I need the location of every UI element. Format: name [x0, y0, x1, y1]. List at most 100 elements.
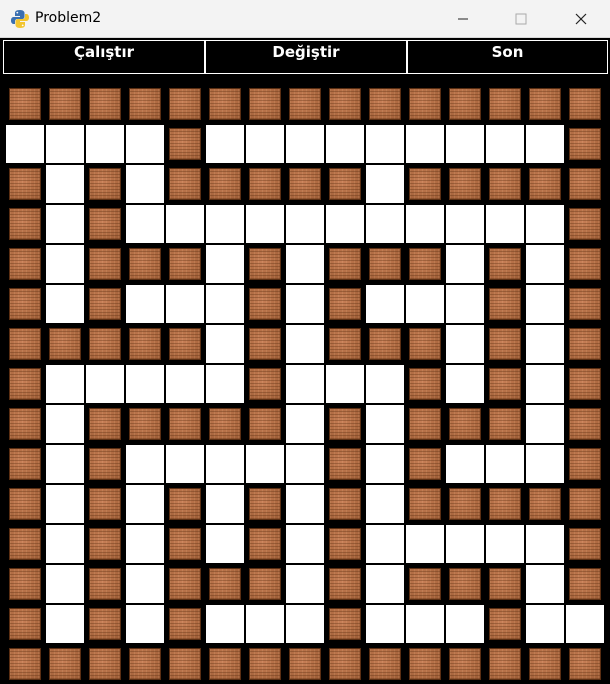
brick-wall-cell: [485, 244, 525, 284]
end-button[interactable]: Son: [407, 40, 608, 74]
brick-wall-cell: [485, 84, 525, 124]
open-path-cell: [365, 364, 405, 404]
brick-icon: [329, 608, 361, 640]
brick-icon: [329, 168, 361, 200]
brick-icon: [49, 88, 81, 120]
maximize-button[interactable]: [498, 0, 544, 38]
brick-icon: [209, 168, 241, 200]
open-path-cell: [525, 524, 565, 564]
brick-wall-cell: [325, 164, 365, 204]
brick-icon: [569, 288, 601, 320]
open-path-cell: [365, 404, 405, 444]
brick-icon: [569, 528, 601, 560]
brick-wall-cell: [325, 604, 365, 644]
change-button[interactable]: Değiştir: [205, 40, 407, 74]
brick-icon: [569, 448, 601, 480]
brick-icon: [569, 368, 601, 400]
brick-wall-cell: [325, 444, 365, 484]
brick-wall-cell: [565, 244, 605, 284]
brick-icon: [249, 328, 281, 360]
open-path-cell: [85, 364, 125, 404]
brick-wall-cell: [85, 484, 125, 524]
brick-wall-cell: [445, 84, 485, 124]
minimize-icon: [458, 18, 468, 20]
brick-wall-cell: [5, 564, 45, 604]
brick-wall-cell: [325, 564, 365, 604]
brick-wall-cell: [485, 644, 525, 684]
open-path-cell: [125, 164, 165, 204]
brick-wall-cell: [205, 644, 245, 684]
brick-wall-cell: [405, 644, 445, 684]
brick-wall-cell: [85, 524, 125, 564]
brick-wall-cell: [445, 484, 485, 524]
brick-icon: [489, 88, 521, 120]
brick-icon: [89, 648, 121, 680]
brick-wall-cell: [325, 244, 365, 284]
brick-wall-cell: [165, 84, 205, 124]
open-path-cell: [45, 404, 85, 444]
open-path-cell: [365, 444, 405, 484]
brick-wall-cell: [565, 404, 605, 444]
brick-icon: [169, 128, 201, 160]
open-path-cell: [525, 244, 565, 284]
open-path-cell: [525, 604, 565, 644]
brick-icon: [209, 568, 241, 600]
brick-icon: [529, 88, 561, 120]
open-path-cell: [405, 524, 445, 564]
brick-wall-cell: [205, 564, 245, 604]
open-path-cell: [205, 484, 245, 524]
open-path-cell: [285, 324, 325, 364]
brick-wall-cell: [245, 644, 285, 684]
open-path-cell: [525, 284, 565, 324]
brick-wall-cell: [405, 564, 445, 604]
run-button[interactable]: Çalıştır: [3, 40, 205, 74]
brick-icon: [289, 648, 321, 680]
open-path-cell: [525, 404, 565, 444]
brick-wall-cell: [165, 324, 205, 364]
open-path-cell: [445, 324, 485, 364]
open-path-cell: [365, 164, 405, 204]
brick-icon: [9, 448, 41, 480]
brick-wall-cell: [485, 364, 525, 404]
open-path-cell: [125, 444, 165, 484]
open-path-cell: [45, 124, 85, 164]
brick-icon: [289, 88, 321, 120]
brick-wall-cell: [45, 84, 85, 124]
brick-icon: [9, 168, 41, 200]
brick-icon: [169, 648, 201, 680]
open-path-cell: [205, 284, 245, 324]
brick-icon: [449, 488, 481, 520]
brick-wall-cell: [485, 564, 525, 604]
brick-wall-cell: [205, 84, 245, 124]
brick-icon: [129, 408, 161, 440]
brick-icon: [129, 328, 161, 360]
brick-icon: [249, 368, 281, 400]
close-button[interactable]: [558, 0, 604, 38]
brick-wall-cell: [325, 644, 365, 684]
open-path-cell: [245, 204, 285, 244]
brick-wall-cell: [85, 564, 125, 604]
brick-wall-cell: [525, 84, 565, 124]
brick-icon: [489, 648, 521, 680]
minimize-button[interactable]: [440, 0, 486, 38]
brick-icon: [369, 88, 401, 120]
open-path-cell: [485, 524, 525, 564]
brick-icon: [249, 88, 281, 120]
brick-icon: [129, 248, 161, 280]
brick-wall-cell: [165, 604, 205, 644]
brick-icon: [569, 88, 601, 120]
brick-icon: [409, 168, 441, 200]
brick-icon: [249, 408, 281, 440]
brick-icon: [409, 648, 441, 680]
brick-icon: [9, 608, 41, 640]
brick-wall-cell: [5, 244, 45, 284]
brick-wall-cell: [245, 404, 285, 444]
open-path-cell: [405, 604, 445, 644]
open-path-cell: [125, 524, 165, 564]
brick-wall-cell: [485, 484, 525, 524]
open-path-cell: [285, 404, 325, 444]
brick-icon: [249, 168, 281, 200]
brick-wall-cell: [565, 444, 605, 484]
brick-wall-cell: [485, 164, 525, 204]
brick-wall-cell: [365, 324, 405, 364]
